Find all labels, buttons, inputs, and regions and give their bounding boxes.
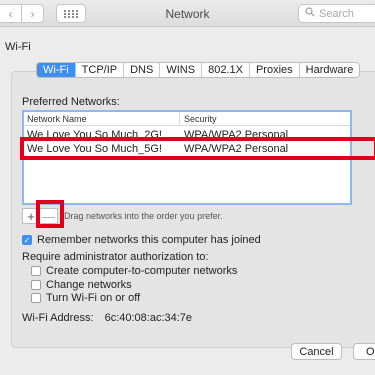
wifi-address-value: 6c:40:08:ac:34:7e <box>104 312 193 324</box>
create-networks-label: Create computer-to-computer networks <box>46 265 238 277</box>
row-highlight-box <box>20 137 375 160</box>
wifi-address: Wi-Fi Address: 6c:40:08:ac:34:7e <box>22 312 192 324</box>
toggle-wifi-label: Turn Wi-Fi on or off <box>46 292 141 304</box>
change-networks-option[interactable]: Change networks <box>31 279 132 291</box>
tab-dns[interactable]: DNS <box>124 63 161 77</box>
preferred-networks-label: Preferred Networks: <box>22 96 120 108</box>
search-placeholder: Search <box>319 7 354 20</box>
search-icon <box>305 7 315 20</box>
remember-networks-checkbox[interactable]: ✓ <box>22 235 32 245</box>
require-admin-label: Require administrator authorization to: <box>22 251 209 263</box>
column-header-security[interactable]: Security <box>184 114 217 124</box>
tab-proxies[interactable]: Proxies <box>250 63 300 77</box>
wifi-address-label: Wi-Fi Address: <box>22 312 94 324</box>
tab-8021x[interactable]: 802.1X <box>202 63 250 77</box>
toggle-wifi-option[interactable]: Turn Wi-Fi on or off <box>31 292 140 304</box>
tab-wins[interactable]: WINS <box>160 63 203 77</box>
search-field[interactable]: Search <box>298 4 375 23</box>
column-header-network-name[interactable]: Network Name <box>27 114 87 124</box>
tab-bar: Wi-Fi TCP/IP DNS WINS 802.1X Proxies Har… <box>36 62 361 78</box>
remember-networks-option[interactable]: ✓ Remember networks this computer has jo… <box>22 234 261 246</box>
cancel-button[interactable]: Cancel <box>291 343 342 360</box>
create-networks-option[interactable]: Create computer-to-computer networks <box>31 265 237 277</box>
change-networks-label: Change networks <box>46 279 132 291</box>
tab-tcpip[interactable]: TCP/IP <box>76 63 125 77</box>
ok-button[interactable]: OK <box>353 343 375 360</box>
change-networks-checkbox[interactable] <box>31 280 41 290</box>
drag-hint: Drag networks into the order you prefer. <box>64 211 223 221</box>
toggle-wifi-checkbox[interactable] <box>31 293 41 303</box>
column-divider <box>179 112 180 126</box>
remove-button-highlight-box <box>36 200 64 228</box>
section-title: Wi-Fi <box>5 41 31 53</box>
create-networks-checkbox[interactable] <box>31 266 41 276</box>
tab-wifi[interactable]: Wi-Fi <box>37 63 76 77</box>
list-header: Network Name Security <box>24 112 350 126</box>
window-titlebar: ‹ › Network Search <box>0 0 375 27</box>
tab-hardware[interactable]: Hardware <box>300 63 360 77</box>
remember-networks-label: Remember networks this computer has join… <box>37 234 261 246</box>
